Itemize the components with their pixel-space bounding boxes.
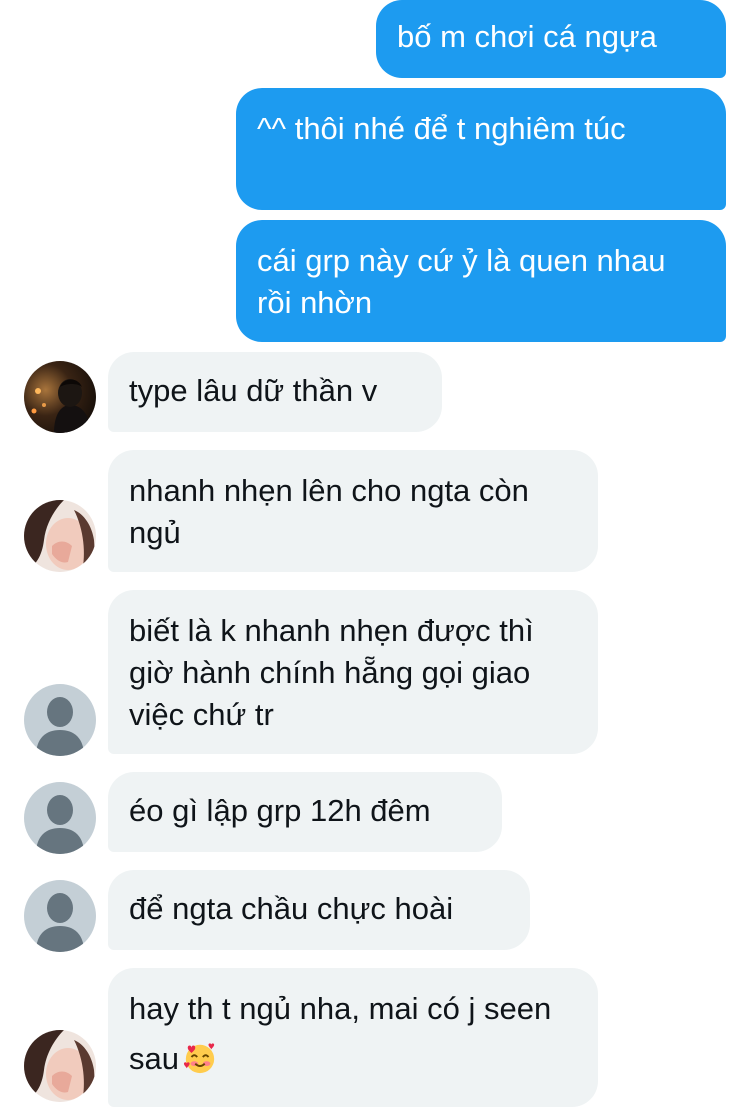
message-bubble-outgoing[interactable]: bố m chơi cá ngựa	[376, 0, 726, 78]
message-bubble-outgoing[interactable]: cái grp này cứ ỷ là quen nhau rồi nhờn	[236, 220, 726, 342]
avatar-girl-photo[interactable]	[24, 500, 96, 572]
message-bubble-incoming[interactable]: type lâu dữ thần v	[108, 352, 442, 432]
message-text: để ngta chầu chực hoài	[129, 891, 454, 926]
default-user-icon	[24, 684, 96, 756]
smiling-face-with-hearts-icon	[183, 1043, 215, 1074]
message-text: éo gì lập grp 12h đêm	[129, 793, 431, 828]
default-user-icon	[24, 880, 96, 952]
avatar-girl-photo[interactable]	[24, 1030, 96, 1102]
message-text: nhanh nhẹn lên cho ngta còn ngủ	[129, 473, 529, 550]
message-text: biết là k nhanh nhẹn được thì giờ hành c…	[129, 613, 534, 732]
message-bubble-incoming[interactable]: hay th t ngủ nha, mai có j seen sau	[108, 968, 598, 1107]
avatar-default[interactable]	[24, 782, 96, 854]
message-bubble-incoming[interactable]: éo gì lập grp 12h đêm	[108, 772, 502, 852]
avatar-default[interactable]	[24, 880, 96, 952]
message-text: type lâu dữ thần v	[129, 373, 378, 408]
avatar-photo-icon	[24, 1030, 96, 1102]
message-bubble-incoming[interactable]: biết là k nhanh nhẹn được thì giờ hành c…	[108, 590, 598, 754]
avatar-photo-icon	[24, 361, 96, 433]
message-text: ^^ thôi nhé để t nghiêm túc	[257, 111, 626, 146]
avatar-dark-photo[interactable]	[24, 361, 96, 433]
message-bubble-outgoing[interactable]: ^^ thôi nhé để t nghiêm túc	[236, 88, 726, 210]
avatar-photo-icon	[24, 500, 96, 572]
message-bubble-incoming[interactable]: nhanh nhẹn lên cho ngta còn ngủ	[108, 450, 598, 572]
message-bubble-incoming[interactable]: để ngta chầu chực hoài	[108, 870, 530, 950]
message-text: cái grp này cứ ỷ là quen nhau rồi nhờn	[257, 243, 666, 320]
message-text: bố m chơi cá ngựa	[397, 19, 657, 54]
avatar-default[interactable]	[24, 684, 96, 756]
default-user-icon	[24, 782, 96, 854]
